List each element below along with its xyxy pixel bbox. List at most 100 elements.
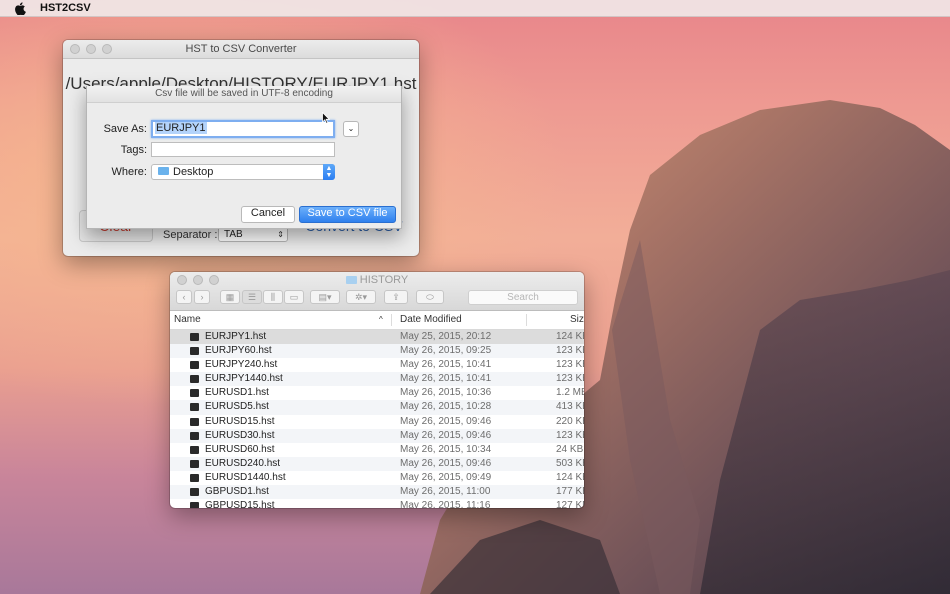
- file-size: 124 KB: [556, 471, 584, 483]
- cover-flow-icon[interactable]: ▭: [284, 290, 304, 304]
- finder-window: HISTORY ‹ › ▦ ☰ ⫼ ▭ ▤▾ ✲▾ ⇪ ⬭ Search Nam…: [170, 272, 584, 508]
- document-icon: [190, 473, 199, 482]
- size-column-header[interactable]: Size: [570, 311, 584, 329]
- document-icon: [190, 375, 199, 384]
- file-row[interactable]: EURUSD240.hst May 26, 2015, 09:46 503 KB: [170, 456, 584, 471]
- document-icon: [190, 459, 199, 468]
- save-as-field[interactable]: EURJPY1: [151, 120, 335, 138]
- file-date: May 26, 2015, 09:46: [400, 429, 492, 441]
- document-icon: [190, 502, 199, 508]
- file-name: EURJPY1440.hst: [205, 373, 283, 385]
- document-icon: [190, 488, 199, 497]
- finder-title-text: HISTORY: [359, 274, 409, 286]
- file-row[interactable]: EURJPY240.hst May 26, 2015, 10:41 123 KB: [170, 358, 584, 372]
- file-date: May 26, 2015, 10:36: [400, 387, 492, 399]
- app-menu-name[interactable]: HST2CSV: [40, 2, 91, 14]
- converter-titlebar[interactable]: HST to CSV Converter: [63, 40, 419, 59]
- sort-chevron-icon: ^: [379, 315, 383, 324]
- file-date: May 25, 2015, 20:12: [400, 331, 492, 342]
- file-row[interactable]: EURUSD1440.hst May 26, 2015, 09:49 124 KB: [170, 471, 584, 485]
- back-icon[interactable]: ‹: [176, 290, 192, 304]
- file-date: May 26, 2015, 09:46: [400, 415, 492, 427]
- file-row[interactable]: EURJPY1.hst May 25, 2015, 20:12 124 KB: [170, 330, 584, 345]
- popup-arrows-icon: ▲ ▼: [323, 164, 335, 180]
- file-size: 24 KB: [556, 443, 584, 455]
- save-as-label: Save As:: [103, 123, 147, 135]
- file-row[interactable]: GBPUSD1.hst May 26, 2015, 11:00 177 KB: [170, 485, 584, 500]
- file-date: May 26, 2015, 10:41: [400, 359, 492, 371]
- file-row[interactable]: EURJPY1440.hst May 26, 2015, 10:41 123 KB: [170, 372, 584, 387]
- document-icon: [190, 431, 199, 440]
- apple-menu-icon[interactable]: [14, 1, 26, 15]
- file-name: EURJPY240.hst: [205, 359, 278, 371]
- file-size: 124 KB: [556, 331, 584, 342]
- document-icon: [190, 389, 199, 398]
- file-name: EURJPY1.hst: [205, 331, 267, 342]
- file-date: May 26, 2015, 10:34: [400, 443, 492, 455]
- expand-chevron-icon[interactable]: ⌄: [343, 121, 359, 137]
- file-size: 503 KB: [556, 457, 584, 469]
- select-arrows-icon: ⇕: [277, 230, 284, 239]
- save-to-csv-button[interactable]: Save to CSV file: [299, 206, 396, 223]
- file-name: EURUSD30.hst: [205, 429, 275, 441]
- file-name: EURUSD240.hst: [205, 457, 281, 469]
- document-icon: [190, 347, 199, 356]
- file-row[interactable]: EURUSD60.hst May 26, 2015, 10:34 24 KB: [170, 443, 584, 457]
- file-name: EURUSD60.hst: [205, 443, 275, 455]
- menu-bar: HST2CSV: [0, 0, 950, 17]
- file-row[interactable]: EURUSD1.hst May 26, 2015, 10:36 1.2 MB: [170, 386, 584, 400]
- column-view-icon[interactable]: ⫼: [263, 290, 283, 304]
- where-select[interactable]: Desktop ▲ ▼: [151, 164, 335, 180]
- forward-icon[interactable]: ›: [194, 290, 210, 304]
- list-view-icon[interactable]: ☰: [242, 290, 262, 304]
- icon-view-icon[interactable]: ▦: [220, 290, 240, 304]
- file-name: EURUSD1440.hst: [205, 471, 286, 483]
- file-name: EURUSD15.hst: [205, 415, 275, 427]
- file-name: EURJPY60.hst: [205, 345, 272, 357]
- file-size: 123 KB: [556, 429, 584, 441]
- search-field[interactable]: Search: [468, 290, 578, 305]
- file-name: GBPUSD15.hst: [205, 500, 275, 508]
- finder-title: HISTORY: [170, 274, 584, 286]
- file-date: May 26, 2015, 09:46: [400, 457, 492, 469]
- file-row[interactable]: EURUSD5.hst May 26, 2015, 10:28 413 KB: [170, 400, 584, 415]
- file-size: 413 KB: [556, 401, 584, 413]
- save-as-value: EURJPY1: [155, 122, 207, 134]
- minimize-button[interactable]: [86, 44, 96, 54]
- file-date: May 26, 2015, 10:28: [400, 401, 492, 413]
- name-column-header[interactable]: Name: [174, 311, 201, 329]
- date-column-header[interactable]: Date Modified: [400, 311, 462, 329]
- tag-icon[interactable]: ⬭: [416, 290, 444, 304]
- file-row[interactable]: EURUSD30.hst May 26, 2015, 09:46 123 KB: [170, 428, 584, 443]
- document-icon: [190, 333, 199, 341]
- separator-label: Separator :: [163, 229, 218, 241]
- file-row[interactable]: GBPUSD15.hst May 26, 2015, 11:16 127 KB: [170, 499, 584, 508]
- file-date: May 26, 2015, 09:25: [400, 345, 492, 357]
- cancel-button[interactable]: Cancel: [241, 206, 295, 223]
- zoom-button[interactable]: [102, 44, 112, 54]
- file-name: EURUSD5.hst: [205, 401, 269, 413]
- share-icon[interactable]: ⇪: [384, 290, 408, 304]
- file-row[interactable]: EURUSD15.hst May 26, 2015, 09:46 220 KB: [170, 415, 584, 429]
- column-divider: [526, 314, 527, 326]
- folder-icon: [345, 276, 357, 285]
- column-divider: [391, 314, 392, 326]
- file-date: May 26, 2015, 10:41: [400, 373, 492, 385]
- column-header: Name ^ Date Modified Size: [170, 311, 584, 330]
- tags-label: Tags:: [120, 144, 147, 156]
- document-icon: [190, 361, 199, 370]
- file-row[interactable]: EURJPY60.hst May 26, 2015, 09:25 123 KB: [170, 344, 584, 359]
- folder-icon: [158, 167, 169, 176]
- encoding-message: Csv file will be saved in UTF-8 encoding: [87, 86, 401, 103]
- file-list: EURJPY1.hstMay 25, 2015, 20:12124 KBEURJ…: [170, 330, 584, 508]
- file-size: 1.2 MB: [556, 387, 584, 399]
- gear-icon[interactable]: ✲▾: [346, 290, 376, 304]
- close-button[interactable]: [70, 44, 80, 54]
- file-date: May 26, 2015, 09:49: [400, 471, 492, 483]
- document-icon: [190, 403, 199, 412]
- tags-field[interactable]: [151, 142, 335, 157]
- file-date: May 26, 2015, 11:16: [400, 500, 491, 508]
- document-icon: [190, 417, 199, 426]
- arrange-icon[interactable]: ▤▾: [310, 290, 340, 304]
- file-name: EURUSD1.hst: [205, 387, 269, 399]
